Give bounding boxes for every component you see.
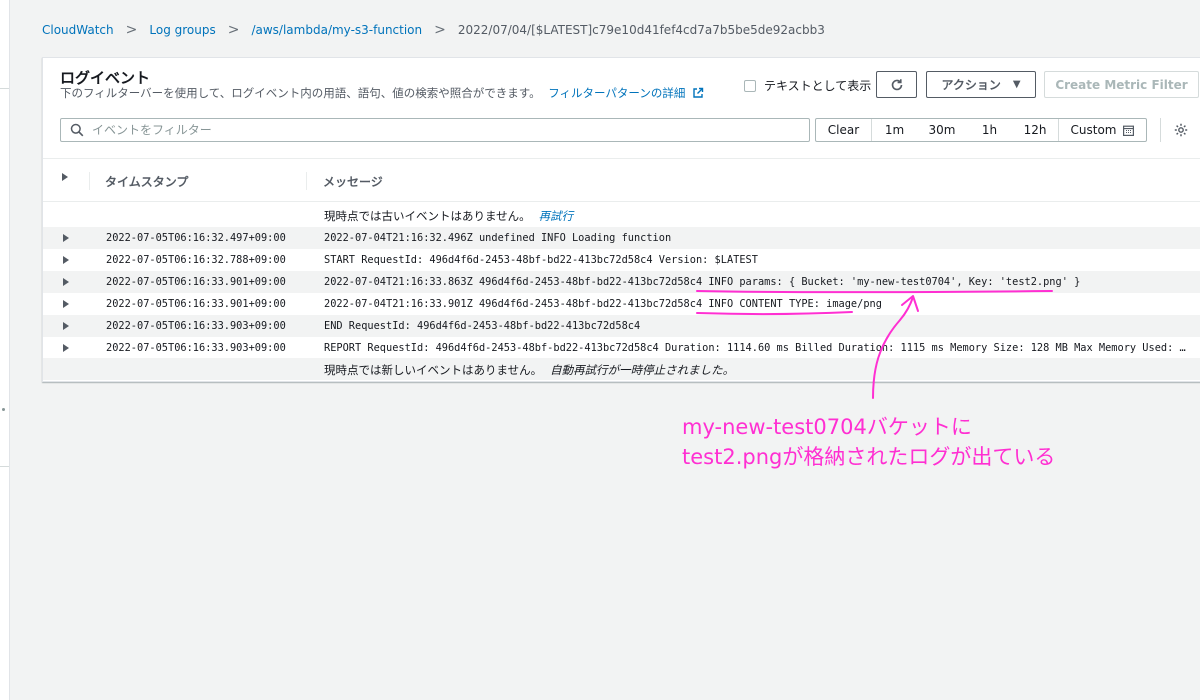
table-row[interactable]: 2022-07-05T06:16:32.788+09:00 START Requ…	[43, 249, 1200, 271]
refresh-icon	[891, 78, 902, 90]
expand-row-icon[interactable]	[63, 322, 69, 330]
no-older-events-row: 現時点では古いイベントはありません。 再試行	[43, 203, 1200, 227]
row-timestamp: 2022-07-05T06:16:33.901+09:00	[106, 298, 286, 310]
expand-row-icon[interactable]	[63, 234, 69, 242]
retry-link[interactable]: 再試行	[539, 209, 574, 223]
row-message: REPORT RequestId: 496d4f6d-2453-48bf-bd2…	[324, 342, 1186, 354]
actions-dropdown-button[interactable]: アクション ▼	[926, 71, 1036, 98]
calendar-icon	[1123, 125, 1135, 136]
table-header-row: タイムスタンプ メッセージ	[43, 158, 1200, 202]
left-nav-rail	[0, 0, 10, 700]
time-range-clear[interactable]: Clear	[816, 119, 872, 141]
log-events-panel: ログイベント 下のフィルターバーを使用して、ログイベント内の用語、語句、値の検索…	[42, 57, 1200, 382]
no-newer-events-row: 現時点では新しいイベントはありません。 自動再試行が一時停止されました。	[43, 358, 1200, 380]
row-timestamp: 2022-07-05T06:16:33.903+09:00	[106, 342, 286, 354]
row-message: END RequestId: 496d4f6d-2453-48bf-bd22-4…	[324, 320, 641, 332]
breadcrumb-separator: >	[125, 22, 138, 38]
column-divider	[306, 172, 307, 190]
auto-retry-paused-text: 自動再試行が一時停止されました。	[550, 363, 735, 377]
no-older-events-text: 現時点では古いイベントはありません。 再試行	[324, 208, 573, 224]
row-timestamp: 2022-07-05T06:16:33.901+09:00	[106, 276, 286, 288]
annotation-text: my-new-test0704バケットに test2.pngが格納されたログが出…	[682, 412, 1055, 472]
panel-description: 下のフィルターバーを使用して、ログイベント内の用語、語句、値の検索や照合ができま…	[60, 85, 704, 101]
table-row[interactable]: 2022-07-05T06:16:33.903+09:00 END Reques…	[43, 315, 1200, 337]
row-message: START RequestId: 496d4f6d-2453-48bf-bd22…	[324, 254, 758, 266]
custom-label: Custom	[1070, 123, 1117, 137]
table-row[interactable]: 2022-07-05T06:16:33.901+09:00 2022-07-04…	[43, 271, 1200, 293]
row-message: 2022-07-04T21:16:32.496Z undefined INFO …	[324, 232, 672, 244]
gear-icon[interactable]	[1174, 123, 1188, 137]
view-as-text-label: テキストとして表示	[764, 79, 872, 93]
time-range-selector: Clear 1m 30m 1h 12h Custom	[815, 118, 1147, 142]
expand-row-icon[interactable]	[63, 278, 69, 286]
breadcrumb-log-groups[interactable]: Log groups	[149, 23, 215, 37]
column-divider	[89, 172, 90, 190]
create-metric-filter-label: Create Metric Filter	[1055, 77, 1188, 92]
table-row[interactable]: 2022-07-05T06:16:32.497+09:00 2022-07-04…	[43, 227, 1200, 249]
caret-down-icon: ▼	[1012, 79, 1021, 90]
refresh-button[interactable]	[876, 71, 917, 98]
row-timestamp: 2022-07-05T06:16:33.903+09:00	[106, 320, 286, 332]
no-newer-events-text: 現時点では新しいイベントはありません。 自動再試行が一時停止されました。	[324, 362, 734, 378]
breadcrumb-current-stream: 2022/07/04/[$LATEST]c79e10d41fef4cd7a7b5…	[457, 23, 825, 37]
no-older-events-label: 現時点では古いイベントはありません。	[324, 209, 531, 223]
column-header-message[interactable]: メッセージ	[323, 173, 383, 190]
row-timestamp: 2022-07-05T06:16:32.788+09:00	[106, 254, 286, 266]
create-metric-filter-button[interactable]: Create Metric Filter	[1044, 71, 1199, 98]
help-link-label: フィルターパターンの詳細	[548, 86, 686, 100]
no-newer-events-label: 現時点では新しいイベントはありません。	[324, 363, 543, 377]
row-message: 2022-07-04T21:16:33.863Z 496d4f6d-2453-4…	[324, 276, 1081, 288]
expand-all-icon[interactable]	[62, 173, 68, 181]
time-range-1m[interactable]: 1m	[872, 119, 917, 141]
view-as-text-checkbox[interactable]	[744, 79, 756, 92]
actions-label: アクション	[941, 78, 1001, 92]
description-text: 下のフィルターバーを使用して、ログイベント内の用語、語句、値の検索や照合ができま…	[60, 86, 541, 100]
row-message: 2022-07-04T21:16:33.901Z 496d4f6d-2453-4…	[324, 298, 882, 310]
rail-divider	[0, 88, 9, 89]
breadcrumb-cloudwatch[interactable]: CloudWatch	[42, 23, 114, 37]
filter-pattern-help-link[interactable]: フィルターパターンの詳細	[548, 86, 704, 100]
filter-events-input[interactable]	[92, 123, 772, 137]
breadcrumb-separator: >	[434, 22, 446, 38]
expand-row-icon[interactable]	[63, 300, 69, 308]
annotation-line-2: test2.pngが格納されたログが出ている	[682, 445, 1056, 469]
table-row[interactable]: 2022-07-05T06:16:33.903+09:00 REPORT Req…	[43, 337, 1200, 359]
column-header-timestamp[interactable]: タイムスタンプ	[105, 173, 188, 190]
search-icon	[70, 123, 84, 137]
breadcrumb-log-group[interactable]: /aws/lambda/my-s3-function	[251, 23, 422, 37]
annotation-line-1: my-new-test0704バケットに	[682, 415, 972, 439]
rail-dot	[2, 408, 5, 411]
expand-row-icon[interactable]	[63, 256, 69, 264]
view-as-text-toggle[interactable]: テキストとして表示	[744, 77, 871, 94]
time-range-custom[interactable]: Custom	[1058, 119, 1146, 141]
filter-events-search	[60, 118, 810, 142]
toolbar-divider	[1160, 118, 1161, 142]
row-timestamp: 2022-07-05T06:16:32.497+09:00	[106, 232, 286, 244]
breadcrumb-separator: >	[227, 22, 240, 38]
table-row[interactable]: 2022-07-05T06:16:33.901+09:00 2022-07-04…	[43, 293, 1200, 315]
external-link-icon	[693, 87, 704, 98]
time-range-30m[interactable]: 30m	[917, 119, 967, 141]
rail-divider	[0, 466, 9, 467]
time-range-12h[interactable]: 12h	[1012, 119, 1058, 141]
time-range-1h[interactable]: 1h	[967, 119, 1012, 141]
expand-row-icon[interactable]	[63, 344, 69, 352]
breadcrumb: CloudWatch > Log groups > /aws/lambda/my…	[42, 20, 825, 40]
